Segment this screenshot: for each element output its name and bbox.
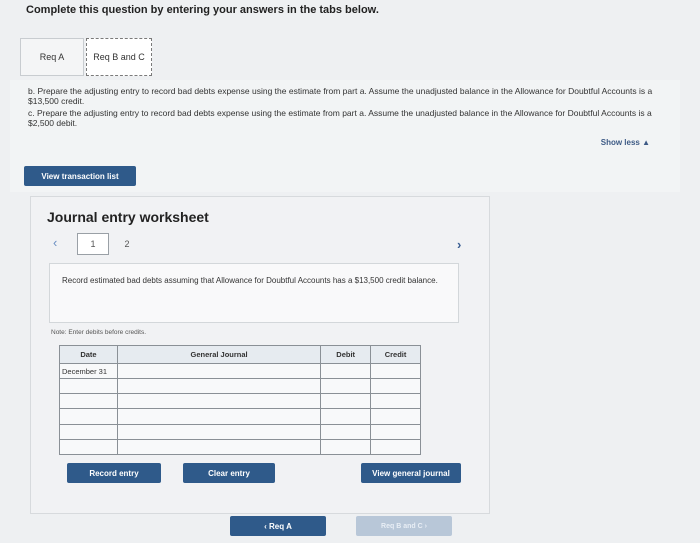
date-cell[interactable]: December 31	[59, 362, 118, 380]
chevron-right-icon[interactable]: ›	[457, 237, 461, 252]
requirement-tabs: Req A Req B and C	[20, 38, 670, 82]
worksheet-page-2[interactable]: 2	[111, 233, 143, 255]
column-header-credit: Credit	[370, 345, 421, 364]
show-less-link[interactable]: Show less ▲	[601, 138, 650, 147]
worksheet-title: Journal entry worksheet	[47, 209, 209, 225]
column-header-date: Date	[59, 345, 118, 364]
clear-entry-button[interactable]: Clear entry	[183, 463, 275, 483]
account-cell[interactable]	[116, 423, 322, 440]
debit-cell[interactable]	[320, 362, 372, 380]
worksheet-page-1[interactable]: 1	[77, 233, 109, 255]
column-header-general-journal: General Journal	[116, 345, 322, 364]
date-cell[interactable]	[59, 393, 118, 410]
table-row: December 31	[59, 362, 421, 380]
credit-cell[interactable]	[370, 378, 421, 395]
debit-cell[interactable]	[320, 408, 372, 425]
date-cell[interactable]	[59, 438, 118, 456]
record-entry-button[interactable]: Record entry	[67, 463, 161, 483]
column-header-debit: Debit	[320, 345, 372, 364]
debit-cell[interactable]	[320, 393, 372, 410]
tab-req-a[interactable]: Req A	[20, 38, 84, 76]
view-general-journal-button[interactable]: View general journal	[361, 463, 461, 483]
date-cell[interactable]	[59, 408, 118, 425]
debit-cell[interactable]	[320, 438, 372, 456]
debit-cell[interactable]	[320, 378, 372, 395]
next-req-b-and-c-button[interactable]: Req B and C ›	[356, 516, 452, 536]
table-row	[59, 408, 421, 425]
instruction-text: Complete this question by entering your …	[26, 4, 379, 16]
credit-cell[interactable]	[370, 423, 421, 440]
journal-entry-worksheet: Journal entry worksheet ‹ 1 2 › Record e…	[30, 196, 490, 514]
account-cell[interactable]	[116, 378, 322, 395]
date-cell[interactable]	[59, 423, 118, 440]
credit-cell[interactable]	[370, 393, 421, 410]
entry-note: Note: Enter debits before credits.	[51, 329, 147, 336]
account-cell[interactable]	[116, 362, 322, 380]
table-row	[59, 393, 421, 410]
journal-grid: Date General Journal Debit Credit Decemb…	[59, 345, 421, 456]
credit-cell[interactable]	[370, 408, 421, 425]
prev-req-a-button[interactable]: ‹ Req A	[230, 516, 326, 536]
debit-cell[interactable]	[320, 423, 372, 440]
chevron-left-icon[interactable]: ‹	[53, 235, 57, 250]
date-cell[interactable]	[59, 378, 118, 395]
view-transaction-list-button[interactable]: View transaction list	[24, 166, 136, 186]
table-row	[59, 438, 421, 456]
table-row	[59, 378, 421, 395]
requirement-b-text: b. Prepare the adjusting entry to record…	[28, 86, 653, 106]
credit-cell[interactable]	[370, 362, 421, 380]
entry-prompt: Record estimated bad debts assuming that…	[49, 263, 459, 323]
credit-cell[interactable]	[370, 438, 421, 456]
account-cell[interactable]	[116, 438, 322, 456]
account-cell[interactable]	[116, 408, 322, 425]
table-row	[59, 423, 421, 440]
account-cell[interactable]	[116, 393, 322, 410]
tab-req-b-and-c[interactable]: Req B and C	[86, 38, 152, 76]
requirement-c-text: c. Prepare the adjusting entry to record…	[28, 108, 652, 128]
